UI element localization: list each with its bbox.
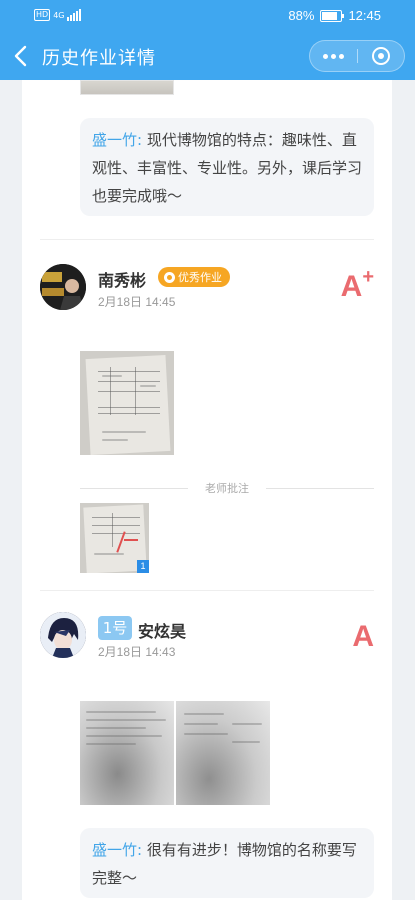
student-number-badge: 1号 — [98, 616, 132, 640]
homework-photo[interactable] — [80, 701, 174, 805]
status-right: 88% 12:45 — [288, 8, 381, 23]
student-name: 南秀彬 — [98, 271, 147, 290]
annotation-count: 1 — [137, 560, 149, 573]
close-button[interactable] — [358, 41, 404, 71]
page-title: 历史作业详情 — [42, 48, 156, 69]
comment-author: 盛一竹: — [92, 841, 143, 859]
signal-area: HD 4G — [34, 9, 82, 21]
homework-list[interactable]: 盛一竹: 现代博物馆的特点：趣味性、直观性、丰富性、专业性。另外，课后学习也要完… — [22, 80, 392, 900]
annotated-homework-photo[interactable]: 1 — [80, 503, 149, 573]
teacher-annotation-label: 老师批注 — [80, 480, 374, 496]
homework-photo[interactable] — [176, 701, 270, 805]
hd-indicator: HD — [34, 9, 51, 21]
grade: A+ — [340, 266, 374, 303]
battery-percent: 88% — [288, 8, 315, 23]
divider — [40, 239, 374, 240]
mini-program-capsule — [309, 40, 405, 72]
title-bar: 历史作业详情 — [0, 32, 415, 80]
homework-photo[interactable] — [80, 351, 174, 455]
target-close-icon — [372, 47, 390, 65]
back-button[interactable] — [6, 40, 38, 72]
divider — [40, 590, 374, 591]
medal-icon — [164, 271, 175, 283]
homework-photo-thumbnail[interactable] — [80, 80, 174, 95]
comment-author: 盛一竹: — [92, 131, 143, 149]
network-type: 4G — [53, 10, 65, 20]
more-dots-icon — [323, 53, 328, 59]
avatar-image — [40, 264, 86, 310]
status-bar: HD 4G 88% 12:45 — [0, 0, 415, 32]
badge-label: 优秀作业 — [178, 271, 222, 284]
signal-icon — [67, 9, 82, 21]
avatar-image — [40, 612, 86, 658]
chevron-left-icon — [14, 45, 27, 67]
teacher-comment: 盛一竹: 现代博物馆的特点：趣味性、直观性、丰富性、专业性。另外，课后学习也要完… — [80, 118, 374, 216]
excellent-homework-badge: 优秀作业 — [158, 267, 230, 287]
clock: 12:45 — [348, 8, 381, 23]
avatar[interactable] — [40, 612, 86, 658]
battery-icon — [320, 9, 345, 22]
avatar[interactable] — [40, 264, 86, 310]
teacher-comment: 盛一竹: 很有有进步！博物馆的名称要写完整～ — [80, 828, 374, 898]
submit-time: 2月18日 14:45 — [98, 295, 176, 309]
student-name: 安炫昊 — [138, 622, 187, 641]
submit-time: 2月18日 14:43 — [98, 645, 176, 659]
more-button[interactable] — [310, 41, 357, 71]
grade: A — [352, 620, 374, 653]
